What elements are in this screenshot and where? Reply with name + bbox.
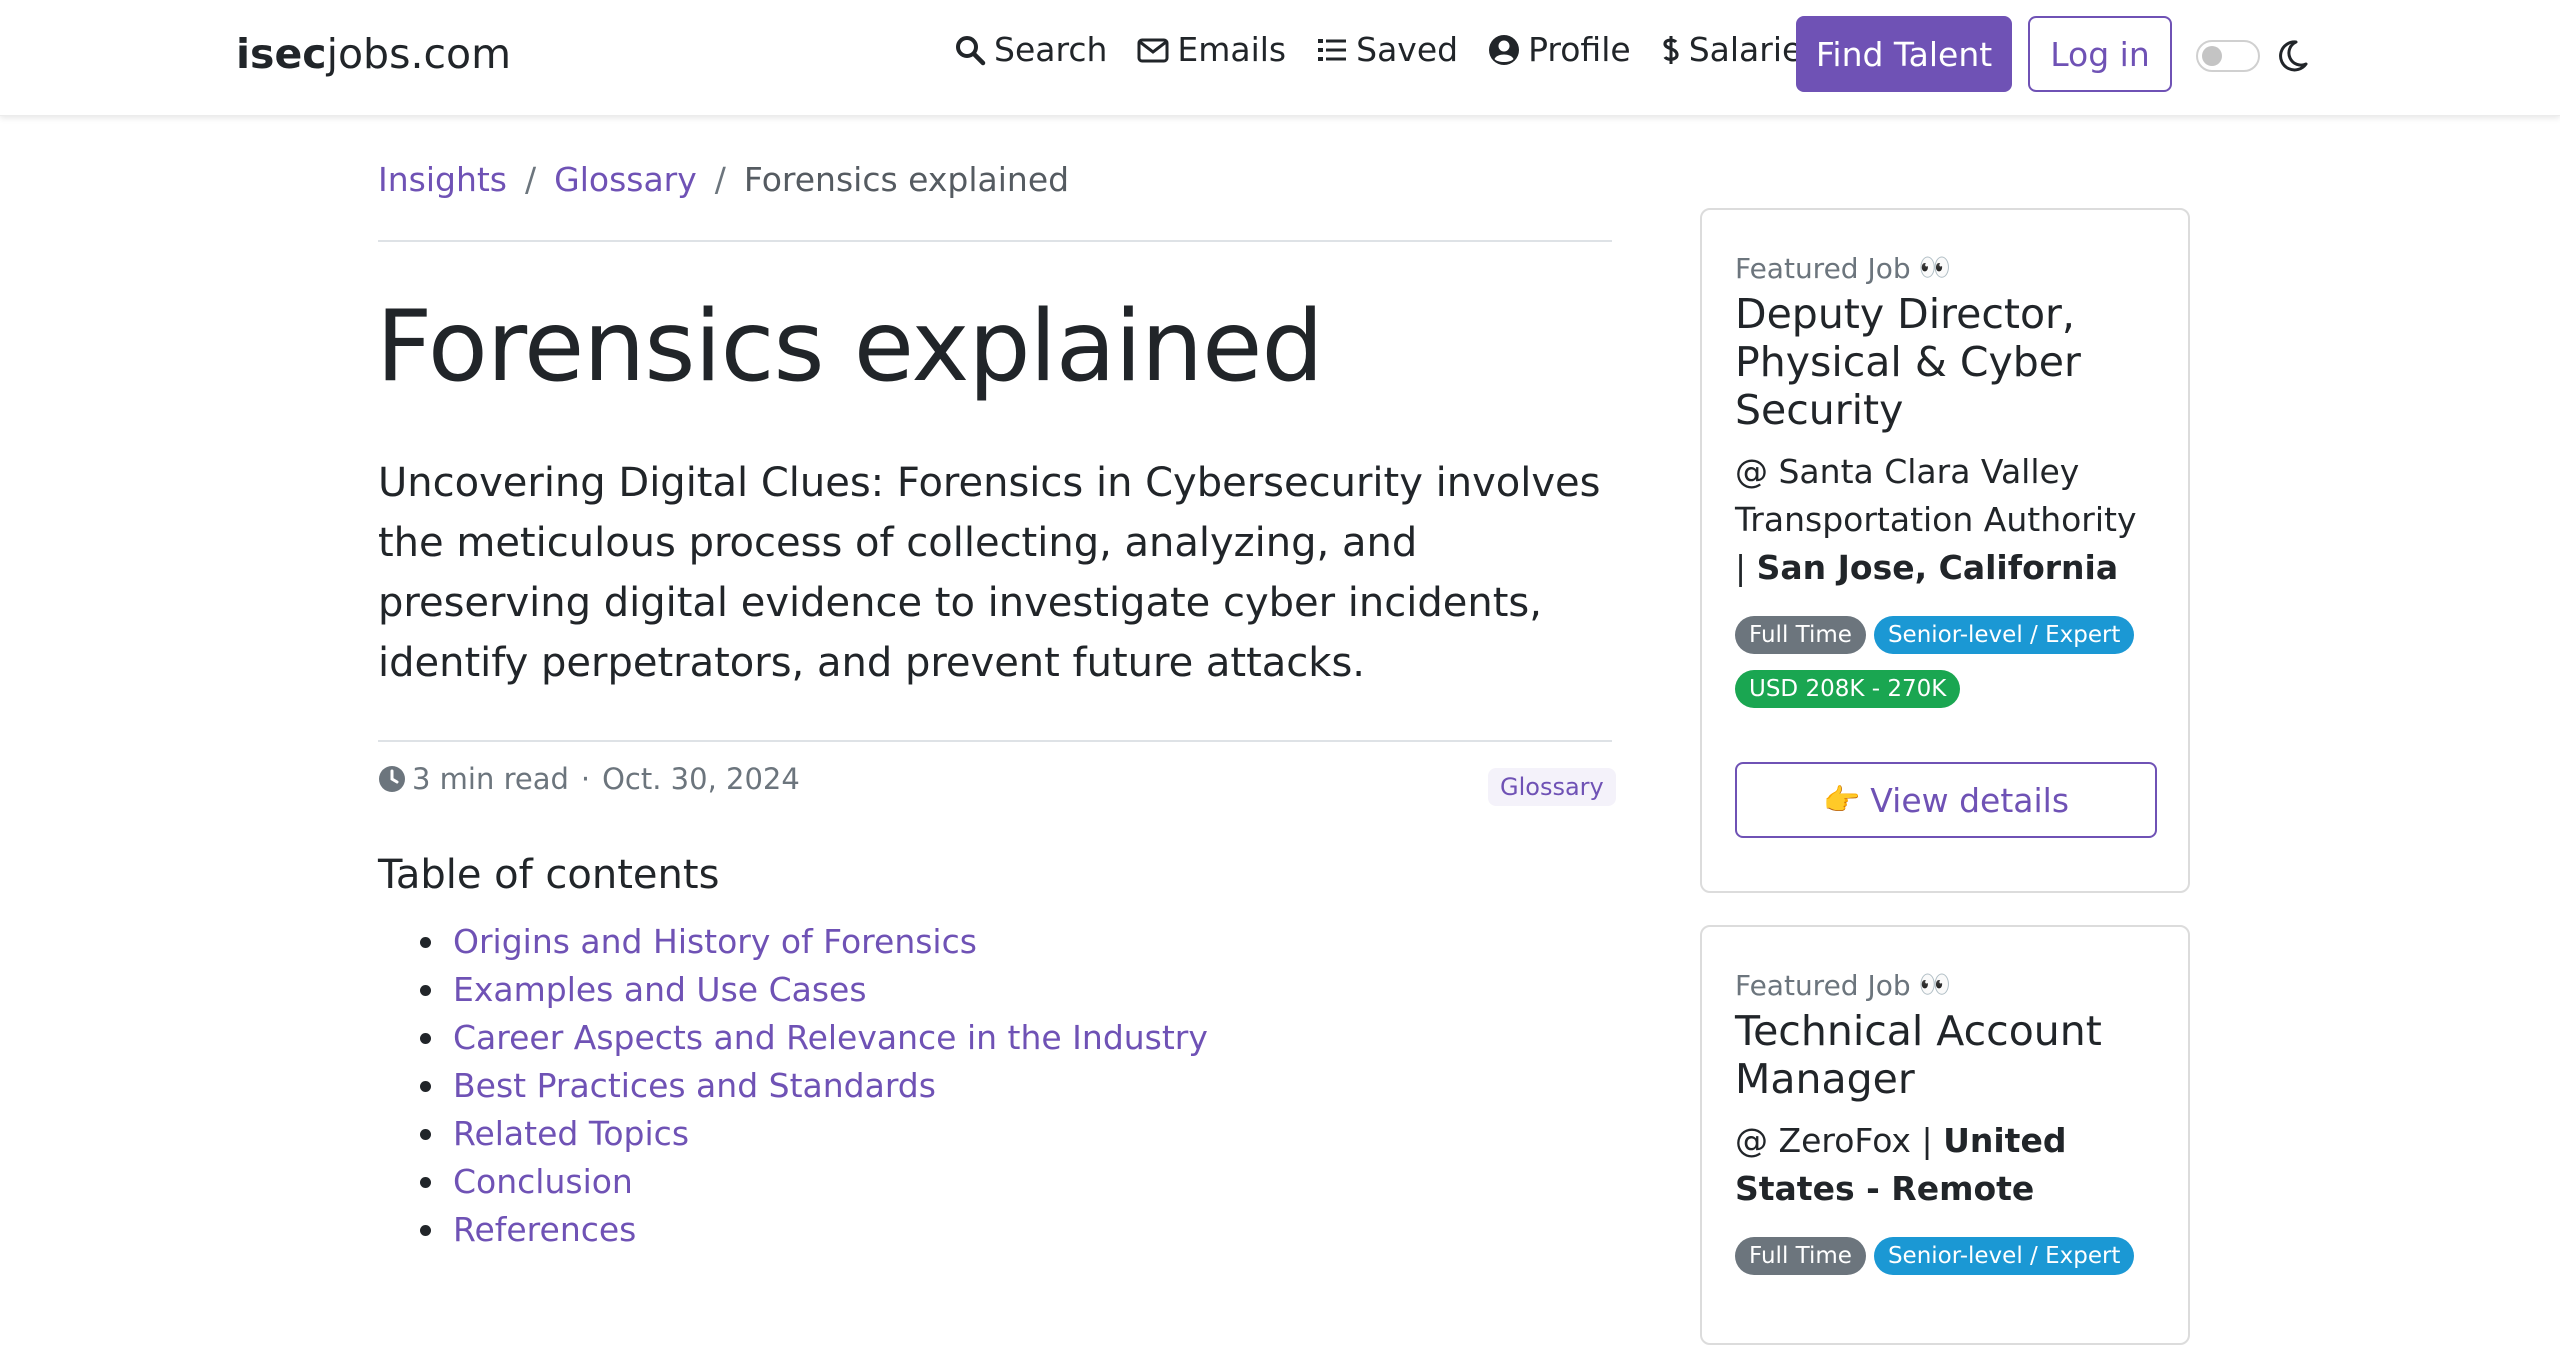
envelope-icon — [1137, 34, 1169, 66]
search-icon — [954, 34, 986, 66]
bullet — [420, 1032, 431, 1044]
toc-link[interactable]: Examples and Use Cases — [453, 966, 867, 1014]
bullet — [420, 1224, 431, 1236]
bullet — [420, 1080, 431, 1092]
site-logo[interactable]: isecjobs.com — [236, 30, 511, 78]
login-button[interactable]: Log in — [2028, 16, 2172, 92]
toc-link[interactable]: Career Aspects and Relevance in the Indu… — [453, 1014, 1208, 1062]
breadcrumb-glossary[interactable]: Glossary — [554, 160, 697, 199]
bullet — [420, 1128, 431, 1140]
theme-toggle[interactable] — [2196, 40, 2260, 72]
user-circle-icon — [1488, 34, 1520, 66]
toc-link[interactable]: Related Topics — [453, 1110, 689, 1158]
nav-emails[interactable]: Emails — [1137, 30, 1286, 69]
job-company-location: @ Santa Clara Valley Transportation Auth… — [1735, 452, 2137, 587]
seniority-badge: Senior-level / Expert — [1873, 1237, 2135, 1275]
toc-item: References — [420, 1206, 1208, 1254]
read-time: 3 min read — [412, 762, 569, 796]
meta-separator: · — [580, 762, 591, 796]
featured-job-label: Featured Job 👀 — [1735, 968, 1952, 1002]
nav-links: Search Emails Saved Profile Salaries — [954, 30, 1849, 69]
toc-item: Conclusion — [420, 1158, 1208, 1206]
toc-item: Best Practices and Standards — [420, 1062, 1208, 1110]
toc-item: Examples and Use Cases — [420, 966, 1208, 1014]
eyes-icon: 👀 — [1918, 253, 1952, 283]
company-name: @ ZeroFox — [1735, 1121, 1911, 1160]
article-meta: 3 min read · Oct. 30, 2024 — [378, 762, 800, 796]
toc-item: Origins and History of Forensics — [420, 918, 1208, 966]
toc-link[interactable]: References — [453, 1206, 636, 1254]
nav-search[interactable]: Search — [954, 30, 1107, 69]
eyes-icon: 👀 — [1918, 970, 1952, 1000]
featured-job-label: Featured Job 👀 — [1735, 251, 1952, 285]
employment-type-badge: Full Time — [1735, 616, 1866, 654]
bullet — [420, 936, 431, 948]
breadcrumb-separator: / — [525, 160, 537, 199]
toc-link[interactable]: Origins and History of Forensics — [453, 918, 977, 966]
breadcrumb-current: Forensics explained — [743, 160, 1070, 199]
clock-icon — [379, 766, 405, 792]
bullet — [420, 1176, 431, 1188]
category-tag[interactable]: Glossary — [1488, 768, 1616, 806]
job-company-location: @ ZeroFox | United States - Remote — [1735, 1121, 2067, 1208]
job-location: San Jose, California — [1756, 548, 2119, 587]
moon-icon[interactable] — [2274, 38, 2310, 74]
page-title: Forensics explained — [376, 290, 1324, 404]
divider — [378, 240, 1612, 242]
job-badges: Full Time Senior-level / Expert USD 208K… — [1735, 616, 2156, 724]
article-lead: Uncovering Digital Clues: Forensics in C… — [378, 460, 1601, 686]
view-details-button[interactable]: 👉 View details — [1735, 762, 2157, 838]
list-icon — [1316, 34, 1348, 66]
employment-type-badge: Full Time — [1735, 1237, 1866, 1275]
job-title[interactable]: Technical Account Manager — [1735, 1007, 2156, 1103]
job-title[interactable]: Deputy Director, Physical & Cyber Securi… — [1735, 290, 2156, 434]
toc-item: Career Aspects and Relevance in the Indu… — [420, 1014, 1208, 1062]
seniority-badge: Senior-level / Expert — [1873, 616, 2135, 654]
toc-link[interactable]: Conclusion — [453, 1158, 633, 1206]
divider — [378, 740, 1612, 742]
nav-saved[interactable]: Saved — [1316, 30, 1458, 69]
publish-date: Oct. 30, 2024 — [602, 762, 800, 796]
breadcrumb-separator: / — [714, 160, 726, 199]
find-talent-button[interactable]: Find Talent — [1796, 16, 2012, 92]
dollar-icon — [1661, 34, 1681, 66]
table-of-contents: Origins and History of Forensics Example… — [420, 918, 1208, 1254]
company-name: @ Santa Clara Valley Transportation Auth… — [1735, 452, 2137, 539]
toc-item: Related Topics — [420, 1110, 1208, 1158]
breadcrumb: Insights / Glossary / Forensics explaine… — [378, 160, 1069, 199]
featured-job-card: Featured Job 👀 Deputy Director, Physical … — [1700, 208, 2190, 893]
pointing-hand-icon: 👉 — [1822, 782, 1861, 818]
nav-profile[interactable]: Profile — [1488, 30, 1631, 69]
featured-job-card: Featured Job 👀 Technical Account Manager … — [1700, 925, 2190, 1345]
salary-badge: USD 208K - 270K — [1735, 670, 1961, 708]
breadcrumb-insights[interactable]: Insights — [378, 160, 507, 199]
top-navbar: isecjobs.com Search Emails Saved Profile — [0, 0, 2560, 116]
toc-heading: Table of contents — [378, 852, 720, 898]
job-badges: Full Time Senior-level / Expert — [1735, 1237, 2156, 1291]
toc-link[interactable]: Best Practices and Standards — [453, 1062, 936, 1110]
bullet — [420, 984, 431, 996]
toggle-knob — [2202, 46, 2222, 66]
